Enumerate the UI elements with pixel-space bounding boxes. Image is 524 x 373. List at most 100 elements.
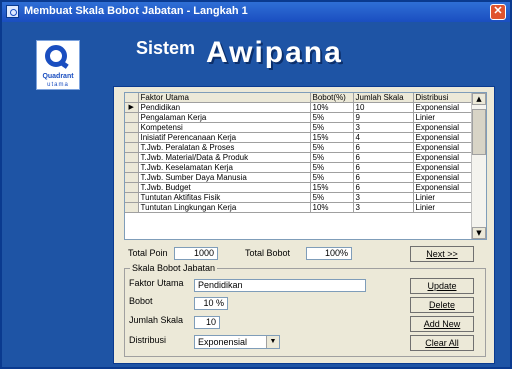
table-header-row: Faktor Utama Bobot(%) Jumlah Skala Distr… xyxy=(125,93,475,103)
scroll-thumb[interactable] xyxy=(472,109,486,155)
table-row[interactable]: ▶ Pendidikan 10% 10 Exponensial xyxy=(125,102,475,113)
col-header-jumlah[interactable]: Jumlah Skala xyxy=(353,93,414,103)
cell-distribusi[interactable]: Linier xyxy=(413,202,475,213)
table-row[interactable]: T.Jwb. Peralatan & Proses 5% 6 Exponensial xyxy=(125,142,475,153)
table-row[interactable]: Tuntutan Lingkungan Kerja 10% 3 Linier xyxy=(125,202,475,213)
delete-button[interactable]: Delete xyxy=(410,297,474,313)
cell-bobot[interactable]: 5% xyxy=(310,172,354,183)
cell-faktor[interactable]: T.Jwb. Keselamatan Kerja xyxy=(138,162,311,173)
table-row[interactable]: T.Jwb. Budget 15% 6 Exponensial xyxy=(125,182,475,193)
cell-faktor[interactable]: T.Jwb. Sumber Daya Manusia xyxy=(138,172,311,183)
title-bar[interactable]: Membuat Skala Bobot Jabatan - Langkah 1 … xyxy=(2,2,510,22)
grid-scrollbar[interactable]: ▲ ▼ xyxy=(471,93,486,239)
cell-faktor[interactable]: T.Jwb. Material/Data & Produk xyxy=(138,152,311,163)
col-header-bobot[interactable]: Bobot(%) xyxy=(310,93,354,103)
chevron-down-icon[interactable]: ▼ xyxy=(266,336,279,348)
row-indicator xyxy=(125,192,139,203)
cell-bobot[interactable]: 5% xyxy=(310,122,354,133)
cell-distribusi[interactable]: Exponensial xyxy=(413,172,475,183)
cell-jumlah[interactable]: 4 xyxy=(353,132,414,143)
cell-faktor[interactable]: Inisiatif Perencanaan Kerja xyxy=(138,132,311,143)
row-indicator xyxy=(125,182,139,193)
distribusi-select[interactable]: Exponensial ▼ xyxy=(194,335,280,349)
header-title-big: Awipana xyxy=(206,36,343,69)
scroll-up-icon[interactable]: ▲ xyxy=(472,93,486,105)
update-button[interactable]: Update xyxy=(410,278,474,294)
cell-distribusi[interactable]: Linier xyxy=(413,192,475,203)
next-button[interactable]: Next >> xyxy=(410,246,474,262)
cell-jumlah[interactable]: 9 xyxy=(353,112,414,123)
logo-brand-text: Quadrant xyxy=(42,73,74,80)
cell-distribusi[interactable]: Exponensial xyxy=(413,152,475,163)
cell-bobot[interactable]: 10% xyxy=(310,202,354,213)
cell-faktor[interactable]: T.Jwb. Budget xyxy=(138,182,311,193)
cell-distribusi[interactable]: Linier xyxy=(413,112,475,123)
row-indicator xyxy=(125,152,139,163)
app-icon xyxy=(6,5,19,18)
cell-jumlah[interactable]: 3 xyxy=(353,122,414,133)
cell-bobot[interactable]: 5% xyxy=(310,162,354,173)
cell-faktor[interactable]: Pendidikan xyxy=(138,102,311,113)
q-logo-icon xyxy=(45,45,67,67)
table-row[interactable]: Tuntutan Aktifitas Fisik 5% 3 Linier xyxy=(125,192,475,203)
quadrant-logo: Quadrant utama xyxy=(36,40,80,90)
row-indicator xyxy=(125,202,139,213)
window-title: Membuat Skala Bobot Jabatan - Langkah 1 xyxy=(24,5,248,17)
cell-jumlah[interactable]: 3 xyxy=(353,202,414,213)
cell-distribusi[interactable]: Exponensial xyxy=(413,132,475,143)
row-indicator xyxy=(125,112,139,123)
cell-bobot[interactable]: 5% xyxy=(310,192,354,203)
cell-distribusi[interactable]: Exponensial xyxy=(413,142,475,153)
jumlah-skala-label: Jumlah Skala xyxy=(129,315,184,325)
cell-jumlah[interactable]: 3 xyxy=(353,192,414,203)
cell-jumlah[interactable]: 6 xyxy=(353,172,414,183)
cell-jumlah[interactable]: 6 xyxy=(353,162,414,173)
cell-faktor[interactable]: Tuntutan Lingkungan Kerja xyxy=(138,202,311,213)
clear-all-button[interactable]: Clear All xyxy=(410,335,474,351)
close-icon[interactable]: ✕ xyxy=(490,4,506,20)
jumlah-skala-field[interactable]: 10 xyxy=(194,316,220,329)
cell-faktor[interactable]: Pengalaman Kerja xyxy=(138,112,311,123)
table-row[interactable]: T.Jwb. Material/Data & Produk 5% 6 Exponens… xyxy=(125,152,475,163)
cell-faktor[interactable]: T.Jwb. Peralatan & Proses xyxy=(138,142,311,153)
cell-faktor[interactable]: Tuntutan Aktifitas Fisik xyxy=(138,192,311,203)
bobot-label: Bobot xyxy=(129,296,153,306)
scroll-down-icon[interactable]: ▼ xyxy=(472,227,486,239)
cell-distribusi[interactable]: Exponensial xyxy=(413,162,475,173)
table-row[interactable]: Pengalaman Kerja 5% 9 Linier xyxy=(125,112,475,123)
cell-bobot[interactable]: 15% xyxy=(310,132,354,143)
col-header-faktor[interactable]: Faktor Utama xyxy=(138,93,311,103)
cell-bobot[interactable]: 5% xyxy=(310,112,354,123)
cell-faktor[interactable]: Kompetensi xyxy=(138,122,311,133)
total-poin-field: 1000 xyxy=(174,247,218,260)
cell-distribusi[interactable]: Exponensial xyxy=(413,122,475,133)
total-bobot-field: 100% xyxy=(306,247,352,260)
table-row[interactable]: T.Jwb. Keselamatan Kerja 5% 6 Exponensial xyxy=(125,162,475,173)
row-indicator xyxy=(125,132,139,143)
cell-distribusi[interactable]: Exponensial xyxy=(413,182,475,193)
faktor-utama-field[interactable]: Pendidikan xyxy=(194,279,366,292)
row-indicator xyxy=(125,122,139,133)
logo-sub-text: utama xyxy=(47,82,69,88)
table-row[interactable]: Kompetensi 5% 3 Exponensial xyxy=(125,122,475,133)
cell-bobot[interactable]: 15% xyxy=(310,182,354,193)
row-indicator: ▶ xyxy=(125,102,139,113)
cell-distribusi[interactable]: Exponensial xyxy=(413,102,475,113)
row-indicator xyxy=(125,142,139,153)
total-poin-label: Total Poin xyxy=(128,248,168,258)
table-row[interactable]: Inisiatif Perencanaan Kerja 15% 4 Exponensi… xyxy=(125,132,475,143)
cell-bobot[interactable]: 5% xyxy=(310,142,354,153)
cell-bobot[interactable]: 10% xyxy=(310,102,354,113)
cell-bobot[interactable]: 5% xyxy=(310,152,354,163)
group-legend: Skala Bobot Jabatan xyxy=(130,263,218,273)
cell-jumlah[interactable]: 6 xyxy=(353,152,414,163)
factor-table: Faktor Utama Bobot(%) Jumlah Skala Distr… xyxy=(125,93,475,213)
col-header-distribusi[interactable]: Distribusi xyxy=(413,93,475,103)
table-row[interactable]: T.Jwb. Sumber Daya Manusia 5% 6 Exponensial xyxy=(125,172,475,183)
add-new-button[interactable]: Add New xyxy=(410,316,474,332)
factor-grid[interactable]: Faktor Utama Bobot(%) Jumlah Skala Distr… xyxy=(124,92,487,240)
cell-jumlah[interactable]: 10 xyxy=(353,102,414,113)
cell-jumlah[interactable]: 6 xyxy=(353,182,414,193)
bobot-field[interactable]: 10 % xyxy=(194,297,228,310)
cell-jumlah[interactable]: 6 xyxy=(353,142,414,153)
